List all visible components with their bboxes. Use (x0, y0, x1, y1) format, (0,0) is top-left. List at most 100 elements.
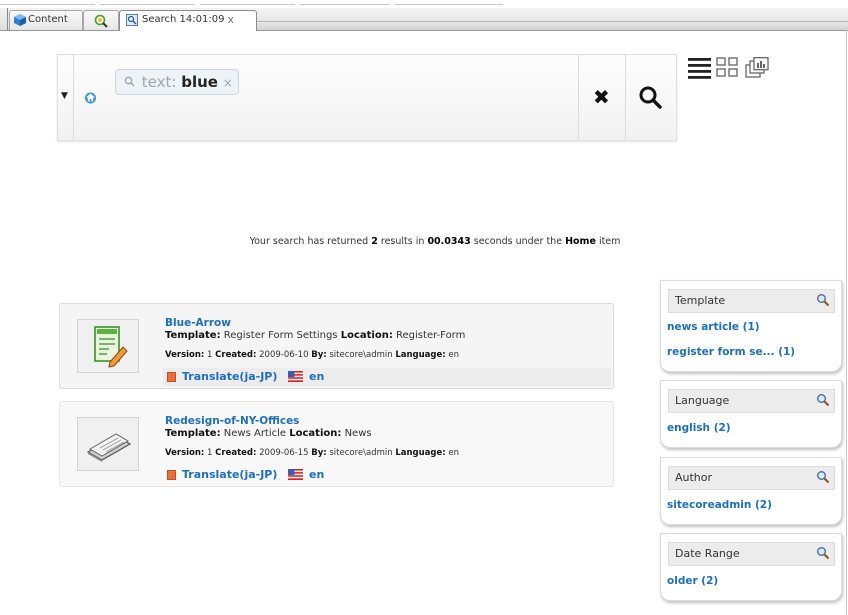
magnifier-icon[interactable] (816, 546, 830, 560)
tools-icon (94, 14, 108, 28)
facet-header[interactable]: Language (668, 389, 835, 413)
version-value: 1 (207, 350, 213, 360)
language-value: en (448, 448, 459, 458)
language-link[interactable]: en (309, 370, 324, 383)
strip-segment (395, 4, 503, 5)
facet-header[interactable]: Date Range (668, 542, 835, 566)
tab-search[interactable]: Search 14:01:09 x (119, 10, 257, 31)
us-flag-icon (288, 469, 303, 480)
by-label: By: (311, 350, 327, 360)
translate-link[interactable]: Translate(ja-JP) (182, 370, 277, 383)
caret-down-icon[interactable]: ▼ (61, 91, 68, 101)
strip-segment (0, 4, 95, 5)
facet-item[interactable]: news article (1) (667, 321, 760, 333)
window-top-strip (0, 0, 848, 8)
search-button[interactable] (638, 85, 664, 111)
result-actions: Translate(ja-JP) en (163, 368, 611, 386)
facet-header[interactable]: Author (668, 466, 835, 490)
facet-header[interactable]: Template (668, 289, 835, 313)
grid-view-icon[interactable] (716, 57, 740, 79)
result-title-link[interactable]: Redesign-of-NY-Offices (165, 415, 299, 427)
result-template-line: Template: News Article Location: News (165, 428, 372, 439)
search-token[interactable]: text: blue × (115, 69, 239, 95)
facet-title: Language (675, 394, 730, 407)
facet-template: Template news article (1) register form … (660, 280, 842, 372)
tab-content[interactable]: Content (9, 10, 83, 30)
result-actions: Translate(ja-JP) en (163, 466, 611, 484)
facet-author: Author sitecoreadmin (2) (660, 457, 842, 525)
version-value: 1 (207, 448, 213, 458)
tab-bar-fill (257, 21, 848, 30)
location-label: Location: (289, 428, 342, 439)
created-value: 2009-06-15 (259, 448, 309, 458)
home-icon[interactable] (84, 91, 97, 104)
template-value: News Article (223, 428, 287, 439)
result-meta-line: Version: 1 Created: 2009-06-10 By: sitec… (165, 350, 459, 360)
divider (578, 55, 579, 140)
language-label: Language: (395, 350, 446, 360)
facet-title: Date Range (675, 547, 740, 560)
version-label: Version: (165, 448, 205, 458)
tab-bar: Content Search 14:01:09 x (0, 8, 848, 31)
result-template-line: Template: Register Form Settings Locatio… (165, 330, 465, 341)
facet-title: Author (675, 471, 713, 484)
tab-bar-edge (7, 8, 8, 30)
summary-mid: results in (380, 236, 425, 247)
result-card[interactable]: Blue-Arrow Template: Register Form Setti… (59, 303, 614, 389)
summary-item: Home (565, 236, 596, 247)
translate-icon (167, 372, 176, 382)
strip-segment (200, 4, 295, 5)
tab-tools[interactable] (83, 10, 119, 30)
facet-item[interactable]: older (2) (667, 575, 718, 587)
form-document-icon (94, 326, 128, 368)
template-label: Template: (165, 428, 221, 439)
by-value: sitecore\admin (329, 350, 393, 360)
facet-item[interactable]: register form se... (1) (667, 346, 795, 358)
created-label: Created: (215, 448, 257, 458)
magnifier-icon[interactable] (816, 393, 830, 407)
token-label: text: (141, 73, 177, 91)
summary-prefix: Your search has returned (249, 236, 369, 247)
newspaper-icon (86, 433, 132, 462)
clear-button[interactable]: ✖ (593, 85, 610, 109)
version-label: Version: (165, 350, 205, 360)
magnifier-icon[interactable] (816, 470, 830, 484)
strip-segment (300, 4, 390, 5)
magnifier-icon[interactable] (816, 293, 830, 307)
divider (625, 55, 626, 140)
facet-language: Language english (2) (660, 380, 842, 448)
result-thumbnail[interactable] (77, 417, 139, 471)
template-label: Template: (165, 330, 221, 341)
search-tab-icon (126, 14, 138, 26)
language-label: Language: (395, 448, 446, 458)
location-value: Register-Form (396, 330, 466, 341)
facet-title: Template (675, 294, 726, 307)
facet-date-range: Date Range older (2) (660, 533, 842, 601)
search-panel: ▼ text: blue × ✖ (57, 54, 677, 141)
token-search-icon (124, 70, 137, 94)
location-value: News (344, 428, 372, 439)
by-label: By: (311, 448, 327, 458)
result-title-link[interactable]: Blue-Arrow (165, 317, 231, 329)
strip-segment (100, 4, 195, 5)
facet-item[interactable]: sitecoreadmin (2) (667, 499, 772, 511)
result-card[interactable]: Redesign-of-NY-Offices Template: News Ar… (59, 401, 614, 487)
close-icon[interactable]: x (227, 11, 234, 29)
language-value: en (448, 350, 459, 360)
us-flag-icon (288, 371, 303, 382)
language-link[interactable]: en (309, 468, 324, 481)
token-remove-icon[interactable]: × (223, 76, 233, 90)
divider (73, 55, 74, 140)
created-value: 2009-06-10 (259, 350, 309, 360)
result-thumbnail[interactable] (77, 319, 139, 373)
list-view-icon[interactable] (688, 57, 712, 79)
summary-seconds: 00.0343 (427, 236, 471, 247)
facet-item[interactable]: english (2) (667, 422, 731, 434)
tab-content-label: Content (28, 14, 68, 25)
translate-link[interactable]: Translate(ja-JP) (182, 468, 277, 481)
translate-icon (167, 470, 176, 480)
template-value: Register Form Settings (223, 330, 338, 341)
gallery-view-icon[interactable] (745, 57, 769, 79)
summary-mid2: seconds under the (473, 236, 563, 247)
tab-search-label: Search 14:01:09 (142, 14, 225, 25)
